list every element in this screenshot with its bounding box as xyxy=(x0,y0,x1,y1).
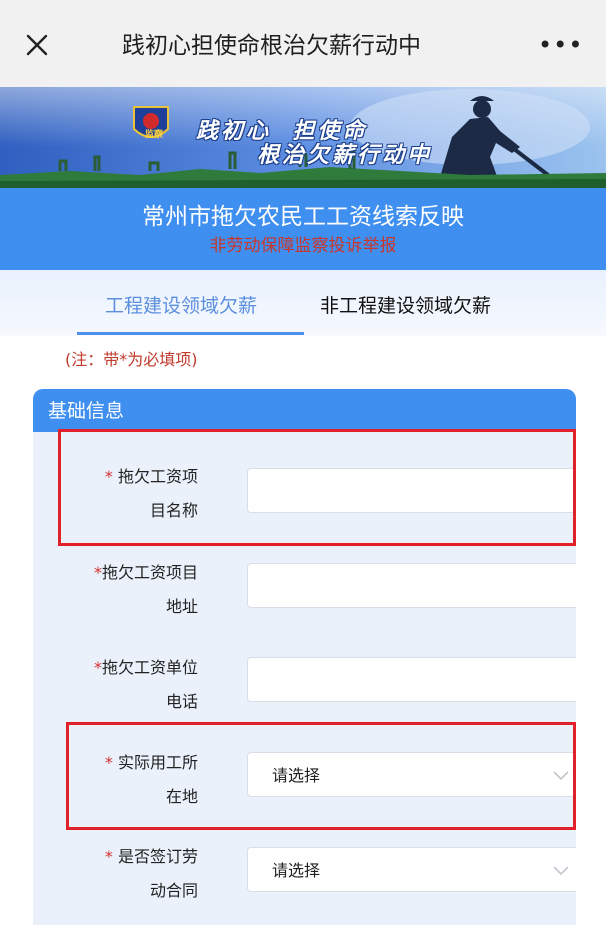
work-location-select[interactable]: 请选择 xyxy=(247,752,576,797)
label-text: 拖欠工资项 xyxy=(117,467,198,486)
required-star: * xyxy=(104,753,118,772)
banner-slogan-2: 根治欠薪行动中 xyxy=(257,142,433,168)
page-header: 常州市拖欠农民工工资线索反映 非劳动保障监察投诉举报 xyxy=(0,188,606,270)
chevron-down-icon xyxy=(553,866,569,876)
work-location-label: * 实际用工所 xyxy=(33,746,198,780)
label-text: 拖欠工资项目 xyxy=(101,563,198,582)
labor-contract-label: * 是否签订劳 xyxy=(33,840,198,874)
employer-phone-input[interactable] xyxy=(247,657,576,702)
label-text: 拖欠工资单位 xyxy=(101,658,198,677)
basic-info-card: 基础信息 * 拖欠工资项 目名称 *拖欠工资项目 地址 *拖欠工资单位 电话 *… xyxy=(33,389,576,925)
navigation-bar: 践初心担使命根治欠薪行动中 ••• xyxy=(0,0,606,87)
tab-construction-wages[interactable]: 工程建设领域欠薪 xyxy=(105,292,257,320)
employer-phone-label: *拖欠工资单位 xyxy=(33,651,198,685)
required-star: * xyxy=(93,563,102,582)
badge-text: 监察 xyxy=(145,130,164,140)
tab-non-construction-wages[interactable]: 非工程建设领域欠薪 xyxy=(320,292,491,320)
project-name-input[interactable] xyxy=(247,468,576,513)
label-text: 是否签订劳 xyxy=(117,847,198,866)
project-name-label: * 拖欠工资项 xyxy=(33,460,198,494)
project-name-label-line2: 目名称 xyxy=(149,501,198,520)
labor-contract-label-line2: 动合同 xyxy=(149,881,198,900)
project-address-label-line2: 地址 xyxy=(165,597,198,616)
work-location-label-line2: 在地 xyxy=(165,787,198,806)
active-tab-indicator xyxy=(77,332,304,335)
project-address-label: *拖欠工资项目 xyxy=(33,556,198,590)
close-icon[interactable] xyxy=(22,30,52,60)
label-text: 实际用工所 xyxy=(117,753,198,772)
select-value: 请选择 xyxy=(272,861,321,880)
campaign-banner: 监察 践初心 担使命 根治欠薪行动中 xyxy=(0,87,606,188)
more-options-icon[interactable]: ••• xyxy=(538,31,582,59)
category-tabs: 工程建设领域欠薪 非工程建设领域欠薪 xyxy=(0,270,606,336)
project-address-input[interactable] xyxy=(247,563,576,608)
header-subtitle: 非劳动保障监察投诉举报 xyxy=(209,236,397,256)
card-header: 基础信息 xyxy=(33,389,576,432)
page-title: 践初心担使命根治欠薪行动中 xyxy=(122,26,484,66)
required-fields-note: (注：带*为必填项) xyxy=(65,350,198,369)
select-value: 请选择 xyxy=(272,766,321,785)
section-title: 基础信息 xyxy=(48,400,125,422)
employer-phone-label-line2: 电话 xyxy=(165,692,198,711)
header-title: 常州市拖欠农民工工资线索反映 xyxy=(142,204,464,230)
required-star: * xyxy=(93,658,102,677)
labor-contract-select[interactable]: 请选择 xyxy=(247,847,576,892)
required-star: * xyxy=(104,467,118,486)
required-star: * xyxy=(104,847,118,866)
chevron-down-icon xyxy=(553,771,569,781)
